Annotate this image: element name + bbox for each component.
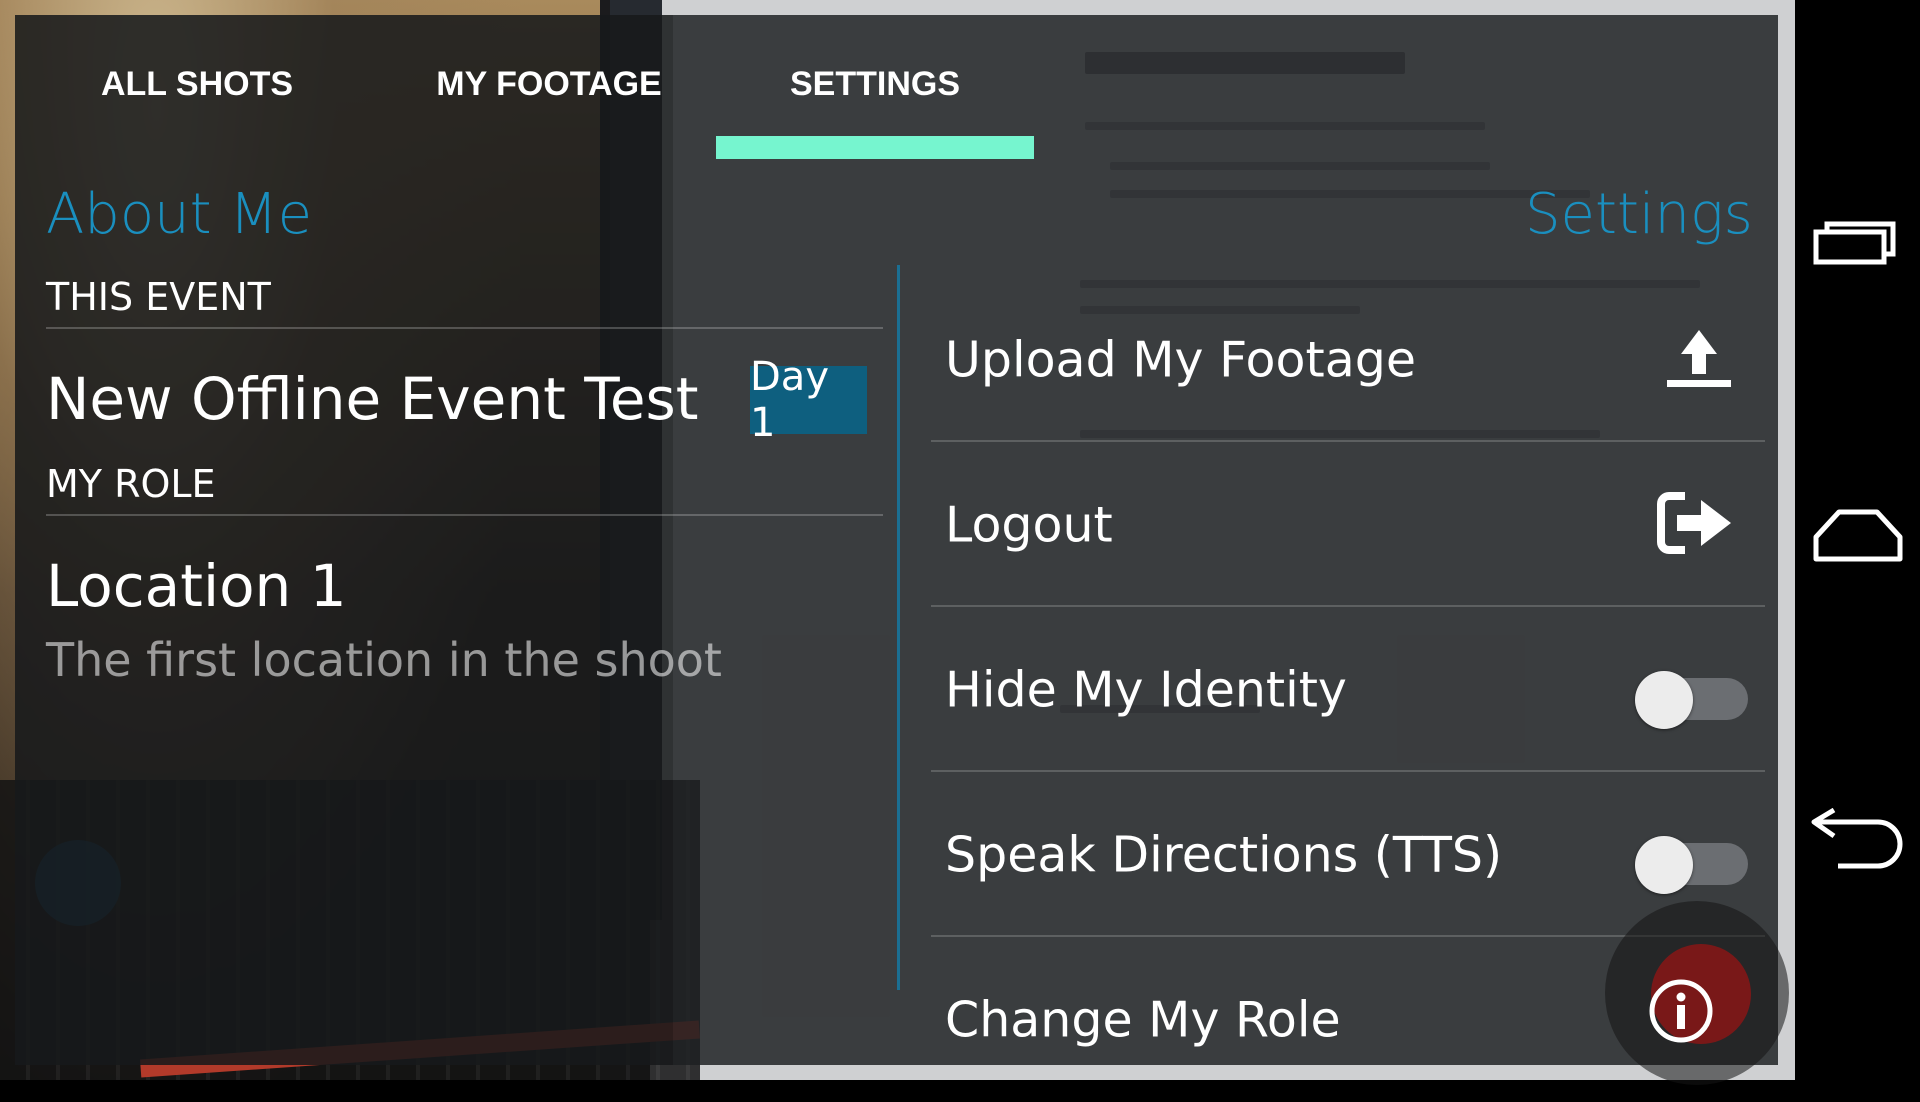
logout-row[interactable]: Logout — [931, 442, 1765, 607]
this-event-header: THIS EVENT — [46, 275, 271, 319]
upload-icon[interactable] — [1663, 326, 1735, 394]
system-navigation-bar — [1795, 0, 1920, 1080]
info-icon[interactable] — [1648, 978, 1714, 1048]
role-description: The first location in the shoot — [46, 633, 722, 687]
role-name: Location 1 — [46, 552, 347, 620]
section-divider — [46, 327, 883, 329]
setting-label: Hide My Identity — [945, 661, 1347, 718]
column-divider — [897, 265, 900, 990]
tts-toggle[interactable] — [1635, 825, 1749, 894]
upload-my-footage-row[interactable]: Upload My Footage — [931, 277, 1765, 442]
recent-apps-icon[interactable] — [1795, 180, 1920, 300]
hide-my-identity-row[interactable]: Hide My Identity — [931, 607, 1765, 772]
tab-bar: ALL SHOTS MY FOOTAGE SETTINGS — [15, 15, 1035, 165]
hide-identity-toggle[interactable] — [1635, 660, 1749, 729]
home-icon[interactable] — [1795, 475, 1920, 595]
event-name: New Offline Event Test — [46, 365, 699, 433]
setting-label: Speak Directions (TTS) — [945, 826, 1503, 883]
tab-all-shots[interactable]: ALL SHOTS — [75, 65, 319, 105]
settings-title: Settings — [1525, 182, 1753, 247]
setting-label: Change My Role — [945, 991, 1341, 1048]
app-panel: ALL SHOTS MY FOOTAGE SETTINGS About Me T… — [15, 15, 1789, 1085]
active-tab-indicator — [716, 136, 1034, 159]
section-divider — [46, 514, 883, 516]
speak-directions-row[interactable]: Speak Directions (TTS) — [931, 772, 1765, 937]
tab-my-footage[interactable]: MY FOOTAGE — [415, 65, 683, 105]
setting-label: Upload My Footage — [945, 331, 1417, 388]
tab-settings[interactable]: SETTINGS — [760, 65, 990, 105]
about-me-title: About Me — [46, 182, 313, 247]
day-badge: Day 1 — [750, 354, 867, 446]
back-icon[interactable] — [1795, 780, 1920, 900]
logout-icon[interactable] — [1655, 488, 1735, 562]
setting-label: Logout — [945, 496, 1113, 553]
my-role-header: MY ROLE — [46, 462, 216, 506]
